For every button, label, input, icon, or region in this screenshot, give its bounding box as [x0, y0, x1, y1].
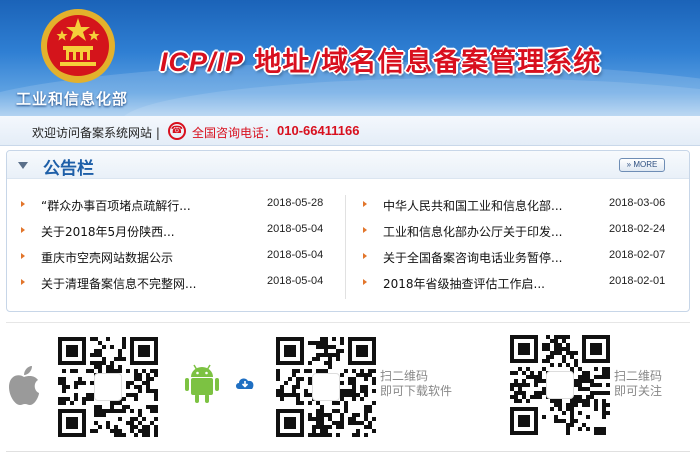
apple-icon[interactable] — [6, 363, 42, 407]
news-title[interactable]: 中华人民共和国工业和信息化部... — [383, 197, 562, 214]
system-title: ICP/IP 地址/域名信息备案管理系统 — [160, 40, 601, 79]
download-caption-line2: 即可下载软件 — [380, 384, 453, 398]
news-date: 2018-03-06 — [609, 197, 666, 209]
system-title-latin: ICP/IP — [160, 47, 245, 77]
bullet-arrow-icon — [363, 253, 367, 259]
bullet-arrow-icon — [21, 279, 25, 285]
national-emblem-icon — [41, 9, 115, 83]
welcome-text: 欢迎访问备案系统网站 | — [32, 126, 160, 140]
news-item[interactable]: 2018年省级抽查评估工作启... 2018-02-01 — [363, 273, 693, 293]
news-title[interactable]: 重庆市空壳网站数据公示 — [41, 249, 173, 266]
news-title[interactable]: 关于清理备案信息不完整网... — [41, 275, 196, 292]
news-date: 2018-02-24 — [609, 223, 666, 235]
more-button[interactable]: » MORE — [619, 158, 665, 172]
notice-title: 公告栏 — [43, 159, 94, 179]
news-date: 2018-05-28 — [267, 197, 324, 209]
system-title-cn: 地址/域名信息备案管理系统 — [244, 47, 602, 78]
app-logo-icon — [94, 373, 122, 401]
hotline-number: 010-66411166 — [277, 123, 360, 138]
follow-caption: 扫二维码 即可关注 — [614, 369, 662, 399]
phone-icon: ☎ — [168, 122, 186, 140]
news-item[interactable]: 关于全国备案咨询电话业务暂停... 2018-02-07 — [363, 247, 693, 267]
download-caption-line1: 扫二维码 — [380, 369, 429, 383]
welcome-bar: 欢迎访问备案系统网站 | ☎ 全国咨询电话： 010-66411166 — [0, 116, 700, 146]
news-title[interactable]: 关于全国备案咨询电话业务暂停... — [383, 249, 562, 266]
news-date: 2018-02-01 — [609, 275, 666, 287]
bullet-arrow-icon — [21, 253, 25, 259]
news-date: 2018-05-04 — [267, 275, 324, 287]
app-qr-code — [58, 337, 158, 437]
news-item[interactable]: 重庆市空壳网站数据公示 2018-05-04 — [21, 247, 351, 267]
bullet-arrow-icon — [363, 201, 367, 207]
news-date: 2018-05-04 — [267, 249, 324, 261]
news-item[interactable]: 工业和信息化部办公厅关于印发... 2018-02-24 — [363, 221, 693, 241]
bullet-arrow-icon — [21, 201, 25, 207]
news-item[interactable]: 关于2018年5月份陕西... 2018-05-04 — [21, 221, 351, 241]
hotline-label: 全国咨询电话： — [192, 126, 277, 140]
bullet-arrow-icon — [21, 227, 25, 233]
follow-qr-code — [510, 335, 610, 435]
news-title[interactable]: 2018年省级抽查评估工作启... — [383, 275, 545, 292]
download-qr-code — [276, 337, 376, 437]
app-logo-icon — [312, 373, 340, 401]
news-title[interactable]: 工业和信息化部办公厅关于印发... — [383, 223, 562, 240]
ministry-name: 工业和信息化部 — [16, 90, 129, 108]
site-header: 工业和信息化部 ICP/IP 地址/域名信息备案管理系统 — [0, 0, 700, 116]
column-divider — [345, 195, 346, 299]
news-title[interactable]: “群众办事百项堵点疏解行... — [41, 197, 191, 214]
news-date: 2018-05-04 — [267, 223, 324, 235]
bullet-arrow-icon — [363, 279, 367, 285]
news-date: 2018-02-07 — [609, 249, 666, 261]
news-item[interactable]: “群众办事百项堵点疏解行... 2018-05-28 — [21, 195, 351, 215]
android-icon[interactable] — [184, 361, 220, 405]
cloud-download-icon[interactable] — [234, 375, 256, 391]
download-caption: 扫二维码 即可下载软件 — [380, 369, 452, 399]
bullet-arrow-icon — [363, 227, 367, 233]
news-item[interactable]: 中华人民共和国工业和信息化部... 2018-03-06 — [363, 195, 693, 215]
collapse-triangle-icon[interactable] — [18, 162, 28, 169]
notice-header: 公告栏 » MORE — [7, 151, 689, 179]
wechat-logo-icon — [546, 371, 574, 399]
news-item[interactable]: 关于清理备案信息不完整网... 2018-05-04 — [21, 273, 351, 293]
download-area: 扫二维码 即可下载软件 扫二维码 即可关注 — [6, 322, 690, 452]
news-title[interactable]: 关于2018年5月份陕西... — [41, 223, 175, 240]
notice-board: 公告栏 » MORE “群众办事百项堵点疏解行... 2018-05-28 关于… — [6, 150, 690, 312]
follow-caption-line2: 即可关注 — [614, 384, 663, 398]
follow-caption-line1: 扫二维码 — [614, 369, 663, 383]
